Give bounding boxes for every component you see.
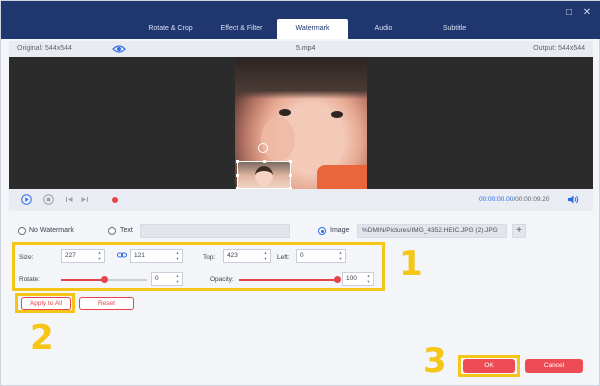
progress-knob[interactable] xyxy=(112,197,118,203)
close-icon[interactable]: ✕ xyxy=(581,7,593,19)
rotate-handle-icon[interactable] xyxy=(258,143,268,153)
playback-bar: 00:00:00.00/00:00:09.20 xyxy=(9,189,593,211)
video-shirt xyxy=(317,165,367,189)
image-path-field[interactable]: %DMIN/Pictures/IMG_4352.HEIC.JPG (2).JPG xyxy=(357,224,507,238)
tab-watermark[interactable]: Watermark xyxy=(277,19,348,39)
params-highlight-box xyxy=(12,242,385,291)
tab-rotate-crop[interactable]: Rotate & Crop xyxy=(135,19,206,39)
play-icon[interactable] xyxy=(21,194,32,205)
eye-icon[interactable] xyxy=(112,44,126,54)
cancel-button[interactable]: Cancel xyxy=(525,359,583,373)
current-time: 00:00:00.00 xyxy=(479,196,514,203)
tab-audio[interactable]: Audio xyxy=(348,19,419,39)
video-cheek xyxy=(261,117,295,161)
tab-subtitle[interactable]: Subtitle xyxy=(419,19,490,39)
step-number-2: 2 xyxy=(30,318,54,358)
stop-icon[interactable] xyxy=(43,194,54,205)
volume-icon[interactable] xyxy=(567,194,579,205)
time-readout: 00:00:00.00/00:00:09.20 xyxy=(479,196,550,203)
resize-handle[interactable] xyxy=(236,174,239,177)
resize-handle[interactable] xyxy=(289,160,292,163)
step-number-1: 1 xyxy=(399,244,423,284)
original-size: Original: 544x544 xyxy=(17,45,72,52)
watermark-image-face xyxy=(255,166,273,186)
next-frame-icon[interactable] xyxy=(79,194,90,205)
output-size: Output: 544x544 xyxy=(533,45,585,52)
ok-highlight-box xyxy=(458,355,520,377)
image-label: Image xyxy=(330,227,350,234)
step-number-3: 3 xyxy=(423,341,447,381)
watermark-image-box[interactable] xyxy=(236,160,292,190)
video-eye-left xyxy=(279,109,291,116)
watermark-editor-window: Rotate & Crop Effect & Filter Watermark … xyxy=(0,0,600,386)
add-image-button[interactable]: + xyxy=(512,224,526,238)
no-watermark-radio[interactable] xyxy=(18,227,26,235)
apply-highlight-box xyxy=(15,293,75,313)
text-label: Text xyxy=(120,227,133,234)
resize-handle[interactable] xyxy=(263,160,266,163)
resize-handle[interactable] xyxy=(236,160,239,163)
minimize-icon[interactable]: □ xyxy=(563,7,575,19)
total-time: /00:00:09.20 xyxy=(513,196,550,203)
tab-effect-filter[interactable]: Effect & Filter xyxy=(206,19,277,39)
info-bar: Original: 544x544 5.mp4 Output: 544x544 xyxy=(9,41,593,57)
title-bar: Rotate & Crop Effect & Filter Watermark … xyxy=(1,1,600,39)
tab-bar: Rotate & Crop Effect & Filter Watermark … xyxy=(135,19,490,39)
image-radio[interactable] xyxy=(318,227,326,235)
resize-handle[interactable] xyxy=(289,174,292,177)
previous-frame-icon[interactable] xyxy=(64,194,75,205)
video-preview xyxy=(9,57,593,190)
watermark-text-input[interactable] xyxy=(140,224,290,238)
video-eye-right xyxy=(331,111,343,118)
no-watermark-label: No Watermark xyxy=(29,227,74,234)
reset-button[interactable]: Reset xyxy=(79,297,134,310)
file-name: 5.mp4 xyxy=(296,45,316,52)
video-hair xyxy=(235,57,367,99)
text-radio[interactable] xyxy=(108,227,116,235)
